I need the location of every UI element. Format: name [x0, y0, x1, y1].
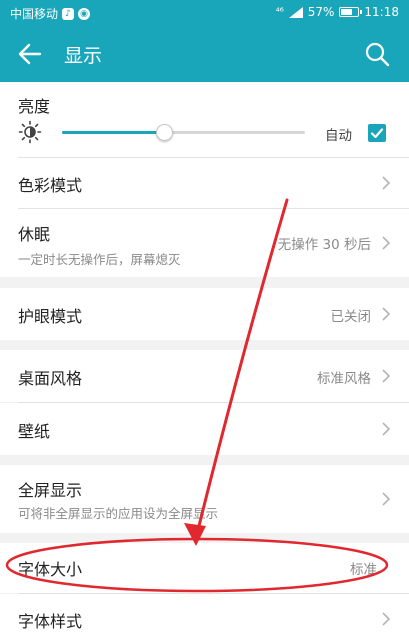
search-icon[interactable] [363, 40, 391, 68]
tiktok-notification-icon: ♪ [62, 7, 75, 20]
color-mode-row[interactable]: 色彩模式 [0, 158, 409, 208]
auto-brightness-checkbox[interactable] [368, 124, 386, 142]
chevron-right-icon [382, 307, 391, 321]
chevron-right-icon [382, 492, 391, 506]
chevron-right-icon [382, 612, 391, 626]
app-bar: 显示 [0, 26, 409, 82]
brightness-icon [18, 120, 42, 144]
sleep-value: 无操作 30 秒后 [277, 237, 371, 253]
check-icon [370, 128, 384, 139]
chevron-right-icon [382, 236, 391, 250]
fullscreen-subtitle: 可将非全屏显示的应用设为全屏显示 [18, 506, 219, 521]
page-title: 显示 [64, 45, 103, 67]
back-arrow-icon[interactable] [16, 40, 44, 68]
wallpaper-label: 壁纸 [18, 422, 51, 441]
font-style-label: 字体样式 [18, 612, 83, 631]
chevron-right-icon [382, 369, 391, 383]
sleep-row[interactable]: 休眠 一定时长无操作后，屏幕熄灭 无操作 30 秒后 [0, 209, 409, 277]
eye-care-row[interactable]: 护眼模式 已关闭 [0, 288, 409, 340]
desktop-style-value: 标准风格 [317, 371, 371, 387]
fullscreen-label: 全屏显示 [18, 481, 83, 500]
wallpaper-row[interactable]: 壁纸 [0, 403, 409, 455]
eye-care-label: 护眼模式 [18, 307, 83, 326]
font-size-label: 字体大小 [18, 560, 83, 579]
battery-percent: 57% [307, 5, 335, 19]
desktop-style-row[interactable]: 桌面风格 标准风格 [0, 350, 409, 402]
app-notification-icon: ◉ [78, 7, 91, 20]
font-size-row[interactable]: 字体大小 标准 [0, 543, 409, 593]
desktop-style-label: 桌面风格 [18, 369, 83, 388]
status-right: ⁴⁶ 57% 11:18 [276, 5, 399, 19]
font-style-row[interactable]: 字体样式 [0, 594, 409, 642]
font-size-value: 标准 [350, 562, 377, 578]
auto-brightness-label: 自动 [325, 128, 352, 144]
carrier-label: 中国移动 [10, 7, 59, 21]
brightness-row: 亮度 自动 [0, 82, 409, 158]
sleep-subtitle: 一定时长无操作后，屏幕熄灭 [18, 252, 181, 267]
fullscreen-row[interactable]: 全屏显示 可将非全屏显示的应用设为全屏显示 [0, 465, 409, 533]
chevron-right-icon [382, 176, 391, 190]
brightness-slider-fill [62, 131, 165, 134]
clock: 11:18 [364, 5, 399, 19]
eye-care-value: 已关闭 [330, 309, 372, 325]
sleep-label: 休眠 [18, 225, 51, 244]
chevron-right-icon [382, 422, 391, 436]
status-bar: 中国移动 ♪ ◉ ⁴⁶ 57% 11:18 [0, 0, 409, 26]
status-left: 中国移动 ♪ ◉ [10, 5, 91, 22]
brightness-slider[interactable] [62, 124, 305, 141]
signal-type-label: ⁴⁶ [275, 6, 284, 18]
brightness-slider-thumb[interactable] [156, 124, 174, 141]
brightness-label: 亮度 [18, 97, 51, 116]
color-mode-label: 色彩模式 [18, 176, 83, 195]
battery-icon [339, 7, 363, 17]
signal-icon [288, 6, 303, 18]
